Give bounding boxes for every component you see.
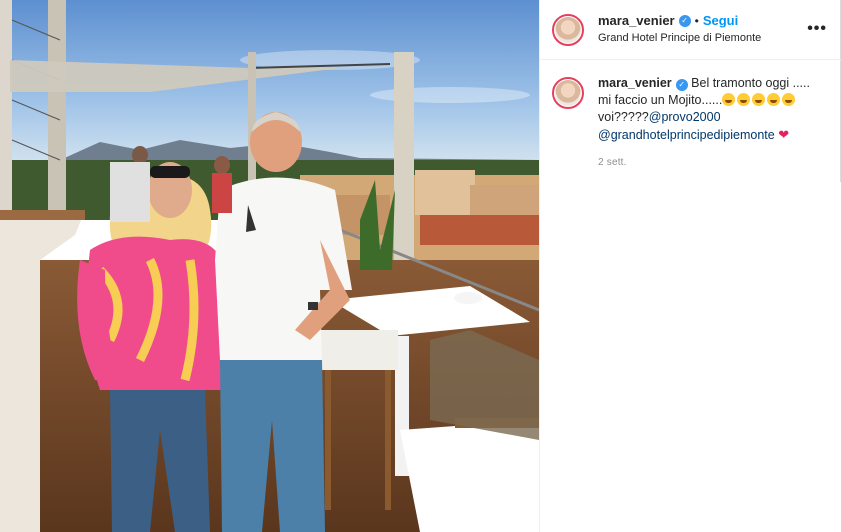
separator-dot: •: [694, 14, 699, 28]
emoji-icon: [737, 93, 751, 106]
verified-badge-icon: ✓: [678, 15, 691, 27]
caption-username-link[interactable]: mara_venier: [598, 76, 672, 90]
username-link[interactable]: mara_venier: [598, 13, 675, 29]
verified-badge-icon: ✓: [675, 78, 688, 91]
red-heart-icon: ❤: [778, 127, 790, 142]
more-options-icon[interactable]: •••: [807, 20, 827, 38]
caption-line-2: mi faccio un Mojito......: [598, 93, 723, 107]
avatar-image: [555, 16, 581, 43]
emoji-icon: [767, 93, 781, 106]
mention-link[interactable]: @provo2000: [649, 110, 721, 124]
caption-text: mara_venier ✓ Bel tramonto oggi ..... mi …: [598, 75, 818, 144]
avatar-image: [555, 80, 581, 106]
follow-button[interactable]: Segui: [703, 13, 738, 29]
caption-body: mara_venier ✓ Bel tramonto oggi ..... mi …: [598, 75, 818, 171]
location-link[interactable]: Grand Hotel Principe di Piemonte: [598, 30, 761, 46]
avatar[interactable]: [552, 13, 584, 46]
header-text: mara_venier ✓ • Segui Grand Hotel Princi…: [598, 13, 761, 46]
post-timestamp[interactable]: 2 sett.: [598, 154, 818, 171]
caption-line-1: Bel tramonto oggi .....: [691, 76, 810, 90]
caption-line-3: voi?????: [598, 110, 649, 124]
post-header: mara_venier ✓ • Segui Grand Hotel Princi…: [540, 0, 841, 60]
emoji-icon: [722, 93, 736, 106]
emoji-icon: [752, 93, 766, 106]
post-photo[interactable]: [0, 0, 539, 532]
caption-avatar[interactable]: [552, 77, 584, 109]
post-side-panel: mara_venier ✓ • Segui Grand Hotel Princi…: [539, 0, 841, 532]
mention-link[interactable]: @grandhotelprincipedipiemonte: [598, 128, 775, 142]
emoji-icon: [782, 93, 796, 106]
caption: mara_venier ✓ Bel tramonto oggi ..... mi …: [540, 60, 841, 171]
